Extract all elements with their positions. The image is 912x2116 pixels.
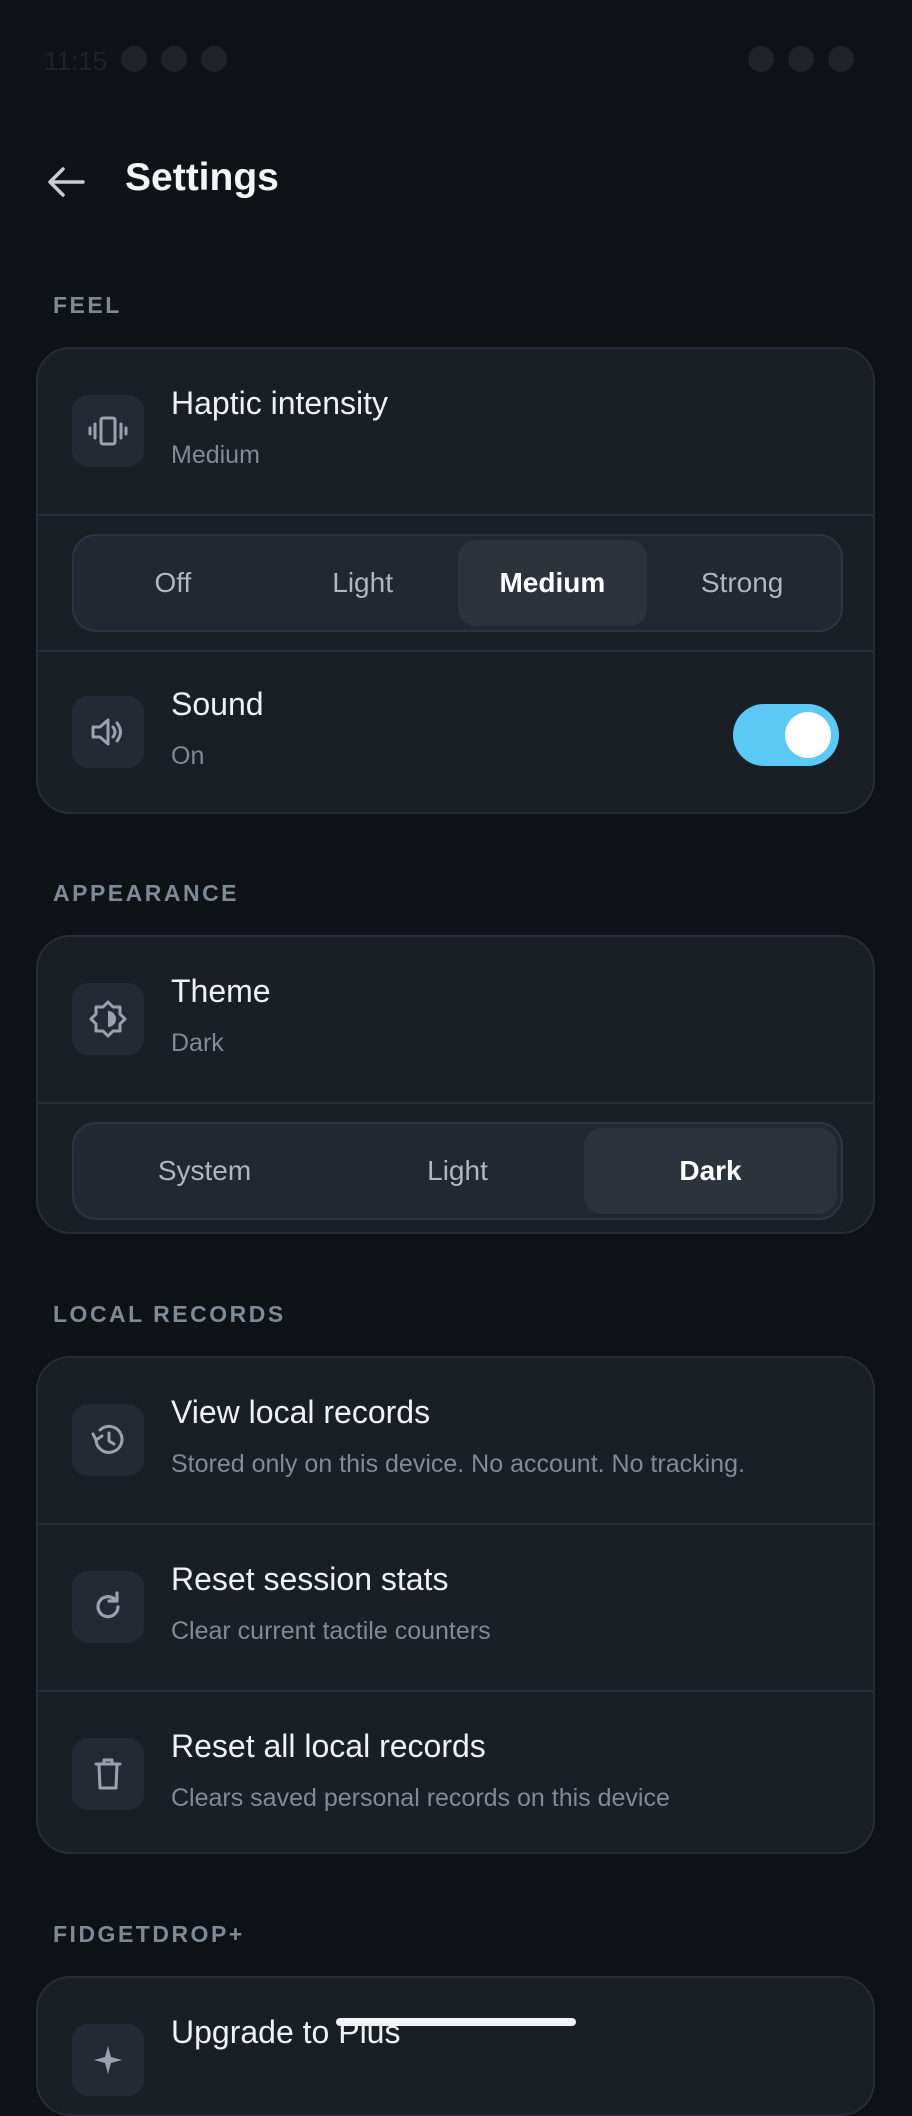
appearance-card: Theme Dark System Light Dark — [36, 935, 875, 1234]
haptic-option-off[interactable]: Off — [78, 540, 268, 626]
notification-icon — [161, 46, 188, 72]
view-local-records-title: View local records — [171, 1394, 431, 1430]
haptic-intensity-value: Medium — [171, 441, 260, 469]
history-icon — [72, 1404, 144, 1476]
wifi-icon — [748, 46, 774, 72]
haptic-option-medium[interactable]: Medium — [457, 540, 648, 626]
haptic-intensity-selector: Off Light Medium Strong — [72, 534, 843, 632]
sparkle-icon — [72, 2024, 144, 2096]
sound-row[interactable]: Sound On — [38, 650, 873, 812]
page-title: Settings — [125, 156, 279, 199]
signal-icon — [788, 46, 814, 72]
view-local-records-subtitle: Stored only on this device. No account. … — [171, 1450, 745, 1478]
haptic-segment-row: Off Light Medium Strong — [38, 514, 873, 650]
sound-toggle[interactable] — [733, 704, 839, 766]
status-right-icons — [748, 46, 854, 72]
theme-option-light[interactable]: Light — [331, 1128, 584, 1214]
back-button[interactable] — [40, 160, 92, 204]
reset-session-stats-title: Reset session stats — [171, 1561, 449, 1597]
view-local-records-row[interactable]: View local records Stored only on this d… — [38, 1358, 873, 1523]
reset-all-local-records-subtitle: Clears saved personal records on this de… — [171, 1784, 670, 1812]
haptic-option-light[interactable]: Light — [268, 540, 458, 626]
vibration-icon — [72, 395, 144, 467]
section-label-local-records: LOCAL RECORDS — [53, 1301, 286, 1327]
brightness-icon — [72, 983, 144, 1055]
notification-icon — [121, 46, 148, 72]
local-records-card: View local records Stored only on this d… — [36, 1356, 875, 1854]
speaker-icon — [72, 696, 144, 768]
reset-session-stats-row[interactable]: Reset session stats Clear current tactil… — [38, 1523, 873, 1690]
home-indicator[interactable] — [336, 2018, 576, 2026]
feel-card: Haptic intensity Medium Off Light Medium… — [36, 347, 875, 814]
refresh-icon — [72, 1571, 144, 1643]
status-left-icons: 11:15 — [44, 46, 228, 77]
theme-option-system[interactable]: System — [78, 1128, 331, 1214]
reset-all-local-records-row[interactable]: Reset all local records Clears saved per… — [38, 1690, 873, 1852]
theme-title: Theme — [171, 973, 271, 1009]
reset-all-local-records-title: Reset all local records — [171, 1728, 486, 1764]
theme-selector: System Light Dark — [72, 1122, 843, 1220]
section-label-appearance: APPEARANCE — [53, 880, 240, 906]
arrow-left-icon — [48, 167, 85, 197]
theme-row[interactable]: Theme Dark — [38, 937, 873, 1102]
battery-icon — [828, 46, 854, 72]
haptic-intensity-title: Haptic intensity — [171, 385, 388, 421]
theme-value: Dark — [171, 1029, 224, 1057]
reset-session-stats-subtitle: Clear current tactile counters — [171, 1617, 491, 1645]
theme-segment-row: System Light Dark — [38, 1102, 873, 1232]
sound-title: Sound — [171, 686, 264, 722]
upgrade-to-plus-row[interactable]: Upgrade to Plus — [38, 1978, 873, 2114]
app-bar: Settings — [0, 140, 912, 224]
haptic-intensity-row[interactable]: Haptic intensity Medium — [38, 349, 873, 514]
trash-icon — [72, 1738, 144, 1810]
theme-option-dark[interactable]: Dark — [584, 1128, 837, 1214]
status-time: 11:15 — [44, 46, 108, 76]
notification-icon — [201, 46, 228, 72]
plus-card: Upgrade to Plus — [36, 1976, 875, 2116]
sound-value: On — [171, 742, 205, 770]
haptic-option-strong[interactable]: Strong — [647, 540, 837, 626]
toggle-knob — [785, 712, 831, 758]
section-label-feel: FEEL — [53, 292, 122, 318]
status-bar: 11:15 — [0, 0, 912, 120]
section-label-fidgetdrop-plus: FIDGETDROP+ — [53, 1921, 245, 1947]
